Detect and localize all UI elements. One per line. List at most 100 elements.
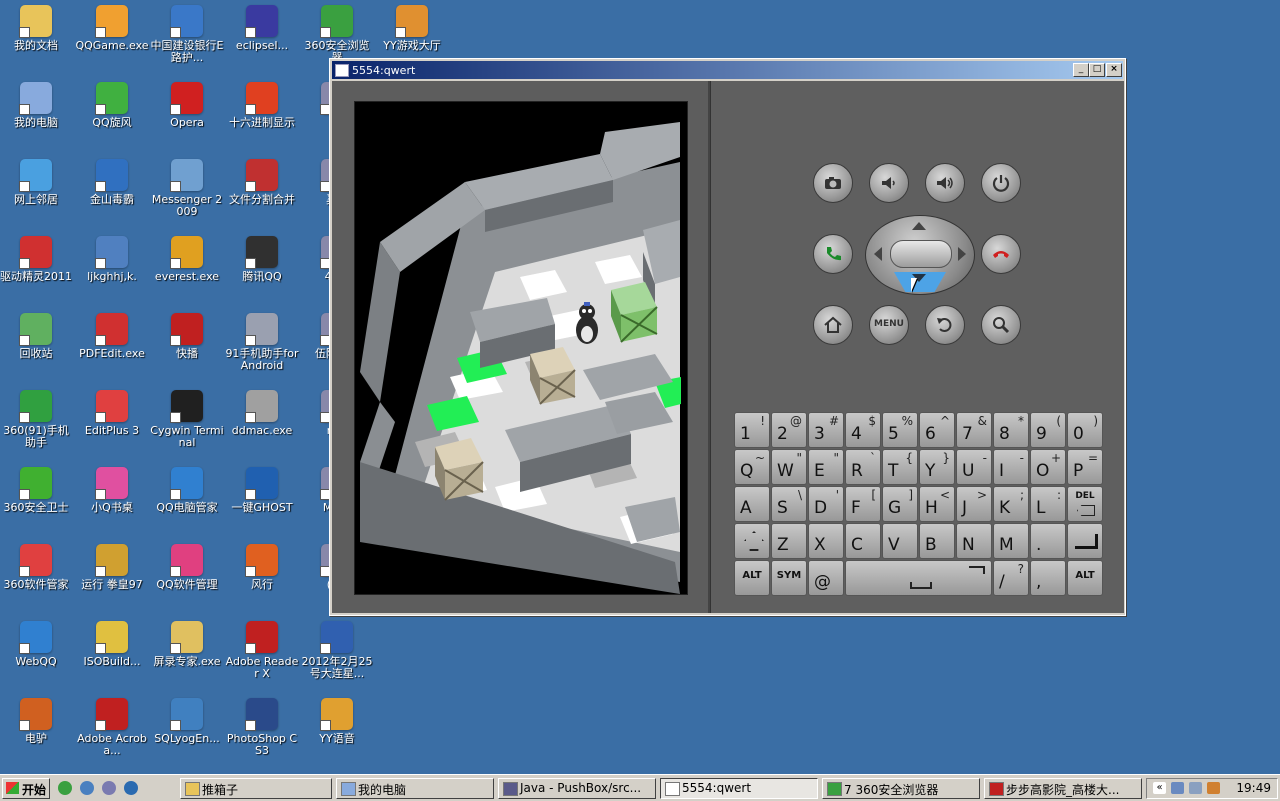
key-v[interactable]: V xyxy=(882,523,918,559)
key-o[interactable]: O + xyxy=(1030,449,1066,485)
tray-network-icon[interactable] xyxy=(1171,782,1184,794)
power-button[interactable] xyxy=(981,163,1021,203)
taskbar-button[interactable]: 推箱子 xyxy=(180,778,332,799)
key-comma[interactable]: , xyxy=(1030,560,1066,596)
taskbar-button[interactable]: 7 360安全浏览器 xyxy=(822,778,980,799)
dpad-left[interactable] xyxy=(874,247,882,261)
key-w[interactable]: W " xyxy=(771,449,807,485)
desktop-icon[interactable]: SQLyogEn... xyxy=(150,696,224,745)
key-z[interactable]: Z xyxy=(771,523,807,559)
desktop-icon[interactable]: 网上邻居 xyxy=(0,157,73,206)
desktop-icon[interactable]: 一键GHOST xyxy=(225,465,299,514)
key-q[interactable]: Q ~ xyxy=(734,449,770,485)
desktop-icon[interactable]: 小Q书桌 xyxy=(75,465,149,514)
desktop-icon[interactable]: ljkghhj,k. xyxy=(75,234,149,283)
key-i[interactable]: I- xyxy=(993,449,1029,485)
quicklaunch-browser-icon[interactable] xyxy=(80,781,94,795)
key-6[interactable]: 6 ^ xyxy=(919,412,955,448)
close-button[interactable]: × xyxy=(1106,63,1122,77)
key-a[interactable]: A xyxy=(734,486,770,522)
window-titlebar[interactable]: 5554:qwert _ □ × xyxy=(332,61,1123,79)
desktop-icon[interactable]: WebQQ xyxy=(0,619,73,668)
desktop-icon[interactable]: Cygwin Terminal xyxy=(150,388,224,449)
desktop-icon[interactable]: 驱动精灵2011 xyxy=(0,234,73,283)
key-space[interactable] xyxy=(845,560,992,596)
key-b[interactable]: B xyxy=(919,523,955,559)
key-h[interactable]: H < xyxy=(919,486,955,522)
key-g[interactable]: G] xyxy=(882,486,918,522)
desktop-icon[interactable]: YY语音 xyxy=(300,696,374,745)
dpad[interactable] xyxy=(865,215,975,295)
key-t[interactable]: T{ xyxy=(882,449,918,485)
desktop-icon[interactable]: 中国建设银行E路护... xyxy=(150,3,224,64)
desktop-icon[interactable]: eclipseI... xyxy=(225,3,299,52)
desktop-icon[interactable]: 360软件管家 xyxy=(0,542,73,591)
desktop-icon[interactable]: everest.exe xyxy=(150,234,224,283)
key-r[interactable]: R ` xyxy=(845,449,881,485)
volume-up-button[interactable] xyxy=(925,163,965,203)
desktop-icon[interactable]: 2012年2月25号大连星... xyxy=(300,619,374,680)
search-button[interactable] xyxy=(981,305,1021,345)
key-f[interactable]: F[ xyxy=(845,486,881,522)
desktop-icon[interactable]: 风行 xyxy=(225,542,299,591)
desktop-icon[interactable]: YY游戏大厅 xyxy=(375,3,449,52)
desktop-icon[interactable]: Adobe Reader X xyxy=(225,619,299,680)
desktop-icon[interactable]: 运行 拳皇97 xyxy=(75,542,149,591)
taskbar-button[interactable]: 步步高影院_高楼大... xyxy=(984,778,1142,799)
desktop-icon[interactable]: Adobe Acroba... xyxy=(75,696,149,757)
quicklaunch-ie-icon[interactable] xyxy=(124,781,138,795)
menu-button[interactable]: MENU xyxy=(869,305,909,345)
key-m[interactable]: M xyxy=(993,523,1029,559)
desktop-icon[interactable]: QQ电脑管家 xyxy=(150,465,224,514)
desktop-icon[interactable]: 文件分割合并 xyxy=(225,157,299,206)
desktop-icon[interactable]: 电驴 xyxy=(0,696,73,745)
dpad-center-button[interactable] xyxy=(890,240,952,268)
key-alt-right[interactable]: ALT xyxy=(1067,560,1103,596)
camera-button[interactable] xyxy=(813,163,853,203)
key-l[interactable]: L: xyxy=(1030,486,1066,522)
key-3[interactable]: 3 # xyxy=(808,412,844,448)
desktop-icon[interactable]: Opera xyxy=(150,80,224,129)
key-c[interactable]: C xyxy=(845,523,881,559)
home-button[interactable] xyxy=(813,305,853,345)
key-d[interactable]: D ' xyxy=(808,486,844,522)
device-screen[interactable] xyxy=(354,101,688,595)
key-shift[interactable] xyxy=(734,523,770,559)
desktop-icon[interactable]: 360安全浏览器 xyxy=(300,3,374,64)
desktop-icon[interactable]: 360安全卫士 xyxy=(0,465,73,514)
key-x[interactable]: X xyxy=(808,523,844,559)
key-u[interactable]: U- xyxy=(956,449,992,485)
desktop-icon[interactable]: PhotoShop CS3 xyxy=(225,696,299,757)
key-enter[interactable] xyxy=(1067,523,1103,559)
tray-app-icon[interactable] xyxy=(1207,782,1220,794)
taskbar-button[interactable]: 我的电脑 xyxy=(336,778,494,799)
key-5[interactable]: 5% xyxy=(882,412,918,448)
tray-display-icon[interactable] xyxy=(1189,782,1202,794)
quicklaunch-media-icon[interactable] xyxy=(102,781,116,795)
desktop-icon[interactable]: QQGame.exe xyxy=(75,3,149,52)
key-4[interactable]: 4 $ xyxy=(845,412,881,448)
end-call-button[interactable] xyxy=(981,234,1021,274)
desktop-icon[interactable]: 屏录专家.exe xyxy=(150,619,224,668)
desktop-icon[interactable]: 我的电脑 xyxy=(0,80,73,129)
key-sym[interactable]: SYM xyxy=(771,560,807,596)
desktop-icon[interactable]: 我的文档 xyxy=(0,3,73,52)
key-e[interactable]: E " xyxy=(808,449,844,485)
dpad-right[interactable] xyxy=(958,247,966,261)
key-n[interactable]: N xyxy=(956,523,992,559)
taskbar-button[interactable]: Java - PushBox/src... xyxy=(498,778,656,799)
minimize-button[interactable]: _ xyxy=(1073,63,1089,77)
call-button[interactable] xyxy=(813,234,853,274)
key-k[interactable]: K; xyxy=(993,486,1029,522)
desktop-icon[interactable]: 腾讯QQ xyxy=(225,234,299,283)
key-7[interactable]: 7 & xyxy=(956,412,992,448)
key-p[interactable]: P = xyxy=(1067,449,1103,485)
back-button[interactable] xyxy=(925,305,965,345)
key-s[interactable]: S \ xyxy=(771,486,807,522)
maximize-button[interactable]: □ xyxy=(1089,63,1105,77)
tray-collapse-icon[interactable]: « xyxy=(1153,782,1166,794)
volume-down-button[interactable] xyxy=(869,163,909,203)
key-9[interactable]: 9( xyxy=(1030,412,1066,448)
start-button[interactable]: 开始 xyxy=(2,778,50,799)
pushbox-game-view[interactable] xyxy=(355,102,687,594)
